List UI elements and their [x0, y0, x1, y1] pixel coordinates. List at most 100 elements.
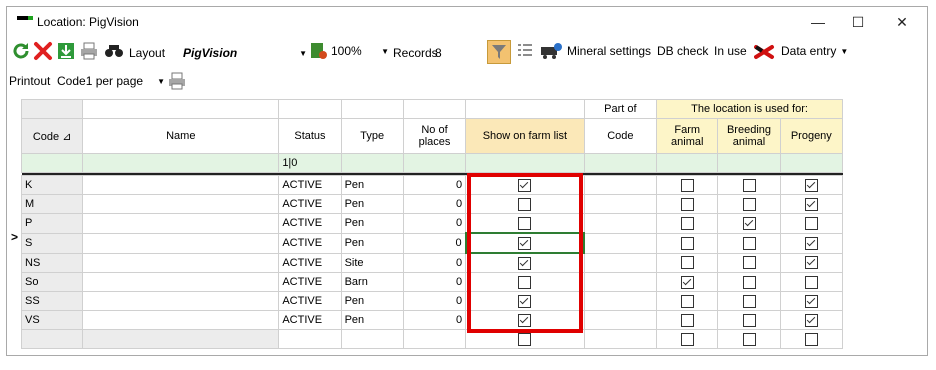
part-code-cell[interactable]: [583, 194, 658, 214]
places-cell[interactable]: 0: [402, 175, 467, 195]
farm-animal-checkbox[interactable]: [680, 216, 694, 230]
status-filter-cell[interactable]: 1|0: [278, 153, 342, 173]
table-row[interactable]: M ACTIVE Pen 0: [20, 194, 844, 214]
status-cell[interactable]: ACTIVE: [278, 194, 342, 214]
farm-animal-checkbox[interactable]: [680, 275, 694, 289]
progeny-checkbox[interactable]: [804, 256, 818, 270]
status-cell[interactable]: ACTIVE: [278, 252, 342, 273]
name-cell[interactable]: [82, 194, 280, 214]
type-cell[interactable]: Pen: [340, 194, 404, 214]
type-cell[interactable]: Barn: [340, 272, 404, 292]
code-cell[interactable]: K: [20, 175, 84, 195]
progeny-cell[interactable]: [779, 252, 844, 273]
delete-icon[interactable]: [33, 41, 53, 61]
breeding-animal-cell[interactable]: [717, 272, 781, 292]
part-code-cell[interactable]: [583, 291, 658, 311]
breeding-animal-cell[interactable]: [717, 252, 781, 273]
save-down-icon[interactable]: [56, 41, 76, 61]
db-check-button[interactable]: DB check: [657, 44, 708, 58]
breeding-animal-checkbox[interactable]: [742, 178, 756, 192]
part-code-cell[interactable]: [583, 272, 658, 292]
farm-animal-checkbox[interactable]: [680, 294, 694, 308]
progeny-checkbox[interactable]: [804, 294, 818, 308]
show-on-farm-list-checkbox[interactable]: [518, 332, 532, 346]
breeding-animal-checkbox[interactable]: [742, 275, 756, 289]
places-cell[interactable]: 0: [402, 272, 467, 292]
status-cell[interactable]: ACTIVE: [278, 310, 342, 330]
farm-animal-checkbox[interactable]: [680, 197, 694, 211]
breeding-animal-checkbox[interactable]: [742, 236, 756, 250]
print-preview-icon[interactable]: [167, 71, 187, 91]
status-cell[interactable]: ACTIVE: [278, 175, 342, 195]
progeny-checkbox[interactable]: [804, 178, 818, 192]
close-button[interactable]: ✕: [879, 11, 925, 33]
breeding-animal-checkbox[interactable]: [742, 294, 756, 308]
part-code-cell[interactable]: [583, 252, 658, 273]
table-row[interactable]: S ACTIVE Pen 0: [20, 232, 844, 254]
new-row[interactable]: [20, 329, 844, 349]
col-header-breeding-animal[interactable]: Breeding animal: [717, 118, 781, 154]
breeding-animal-checkbox[interactable]: [742, 256, 756, 270]
progeny-cell[interactable]: [779, 291, 844, 311]
farm-animal-cell[interactable]: [656, 272, 719, 292]
mineral-settings-button[interactable]: Mineral settings: [567, 44, 651, 58]
part-code-cell[interactable]: [583, 232, 658, 254]
filter-row[interactable]: 1|0: [20, 153, 844, 173]
breeding-animal-cell[interactable]: [717, 310, 781, 330]
col-header-name[interactable]: Name: [82, 118, 280, 154]
code-cell[interactable]: VS: [20, 310, 84, 330]
data-entry-dropdown[interactable]: Data entry ▼: [781, 39, 848, 63]
progeny-cell[interactable]: [779, 310, 844, 330]
zoom-dropdown[interactable]: 100% ▼: [331, 39, 389, 63]
farm-animal-checkbox[interactable]: [680, 178, 694, 192]
table-row[interactable]: So ACTIVE Barn 0: [20, 272, 844, 292]
progeny-cell[interactable]: [779, 194, 844, 214]
places-cell[interactable]: 0: [402, 252, 467, 273]
name-cell[interactable]: [82, 252, 280, 273]
name-cell[interactable]: [82, 310, 280, 330]
breeding-animal-cell[interactable]: [717, 291, 781, 311]
breeding-animal-cell[interactable]: [717, 232, 781, 254]
col-header-type[interactable]: Type: [340, 118, 404, 154]
progeny-checkbox[interactable]: [804, 197, 818, 211]
breeding-animal-checkbox[interactable]: [742, 216, 756, 230]
breeding-animal-cell[interactable]: [717, 194, 781, 214]
breeding-animal-checkbox[interactable]: [742, 332, 756, 346]
code-cell[interactable]: So: [20, 272, 84, 292]
status-cell[interactable]: ACTIVE: [278, 232, 342, 254]
name-cell[interactable]: [82, 175, 280, 195]
list-icon[interactable]: [515, 41, 535, 61]
status-cell[interactable]: ACTIVE: [278, 291, 342, 311]
col-header-status[interactable]: Status: [278, 118, 342, 154]
col-header-part-code[interactable]: Code: [583, 118, 658, 154]
layout-settings-icon[interactable]: [309, 41, 329, 61]
part-code-cell[interactable]: [583, 213, 658, 234]
farm-animal-checkbox[interactable]: [680, 332, 694, 346]
places-cell[interactable]: 0: [402, 194, 467, 214]
code-cell[interactable]: P: [20, 213, 84, 234]
farm-animal-cell[interactable]: [656, 213, 719, 234]
places-cell[interactable]: 0: [402, 310, 467, 330]
farm-animal-cell[interactable]: [656, 175, 719, 195]
places-cell[interactable]: 0: [402, 291, 467, 311]
in-use-button[interactable]: In use: [714, 44, 747, 58]
code-cell[interactable]: M: [20, 194, 84, 214]
progeny-cell[interactable]: [779, 232, 844, 254]
part-code-cell[interactable]: [583, 175, 658, 195]
farm-animal-checkbox[interactable]: [680, 313, 694, 327]
print-icon[interactable]: [79, 41, 99, 61]
farm-animal-checkbox[interactable]: [680, 256, 694, 270]
type-cell[interactable]: Site: [340, 252, 404, 273]
breeding-animal-checkbox[interactable]: [742, 313, 756, 327]
name-cell[interactable]: [82, 213, 280, 234]
col-header-show-on-farm-list[interactable]: Show on farm list: [465, 118, 585, 154]
name-cell[interactable]: [82, 232, 280, 254]
places-cell[interactable]: 0: [402, 232, 467, 254]
progeny-cell[interactable]: [779, 213, 844, 234]
code-cell[interactable]: SS: [20, 291, 84, 311]
progeny-checkbox[interactable]: [804, 216, 818, 230]
farm-animal-cell[interactable]: [656, 232, 719, 254]
progeny-cell[interactable]: [779, 175, 844, 195]
type-cell[interactable]: Pen: [340, 175, 404, 195]
table-row[interactable]: VS ACTIVE Pen 0: [20, 310, 844, 330]
